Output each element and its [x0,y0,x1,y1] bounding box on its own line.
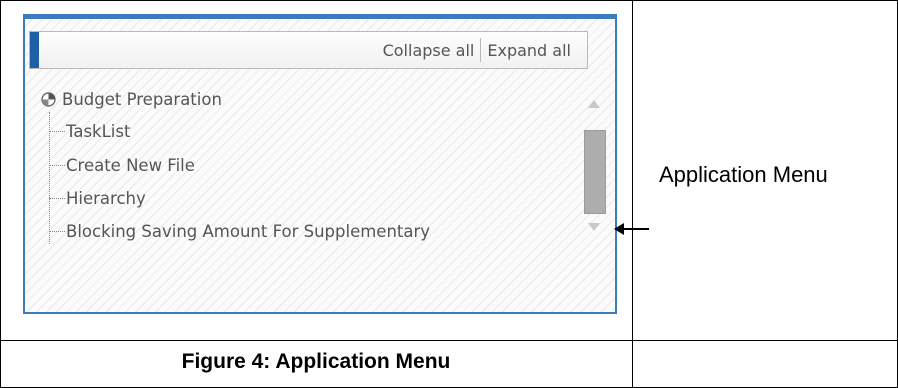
table-row-divider [0,340,898,341]
toolbar-actions: Collapse all Expand all [377,32,577,68]
tree-root-label: Budget Preparation [62,90,222,109]
callout-arrow-icon [614,223,649,235]
tree-item-label: Create New File [66,156,195,175]
tree-branch-line [49,198,65,199]
scroll-up-icon[interactable] [587,99,601,109]
collapse-all-button[interactable]: Collapse all [377,41,481,60]
table-border-left [0,0,1,388]
tree-item-tasklist[interactable]: TaskList [49,122,130,141]
table-column-divider [632,0,633,388]
tree-item-label: Hierarchy [66,189,146,208]
tree-item-label: TaskList [66,122,131,141]
tree-item-label: Blocking Saving Amount For Supplementary [66,222,431,241]
callout-label: Application Menu [659,162,828,187]
menu-toolbar: Collapse all Expand all [29,31,588,69]
tree-branch-line [49,231,65,232]
menu-tree: Budget Preparation TaskList Create New F… [25,88,585,298]
tree-branch-line [49,165,65,166]
expand-all-button[interactable]: Expand all [481,41,577,60]
tree-item-hierarchy[interactable]: Hierarchy [49,189,146,208]
menu-scrollbar[interactable] [581,92,607,238]
table-border-top [0,0,898,1]
toolbar-accent-bar [30,32,39,68]
scroll-down-icon[interactable] [587,222,601,232]
application-menu-panel: Collapse all Expand all Budget Preparati… [23,14,617,314]
figure-caption: Figure 4: Application Menu [181,350,451,373]
scrollbar-thumb[interactable] [584,130,606,214]
budget-preparation-icon [41,92,56,107]
tree-item-blocking-saving-amount[interactable]: Blocking Saving Amount For Supplementary [49,222,430,241]
tree-branch-line [49,131,65,132]
tree-item-create-new-file[interactable]: Create New File [49,156,195,175]
tree-root-budget-preparation[interactable]: Budget Preparation [41,90,222,109]
panel-header-line [25,16,615,19]
